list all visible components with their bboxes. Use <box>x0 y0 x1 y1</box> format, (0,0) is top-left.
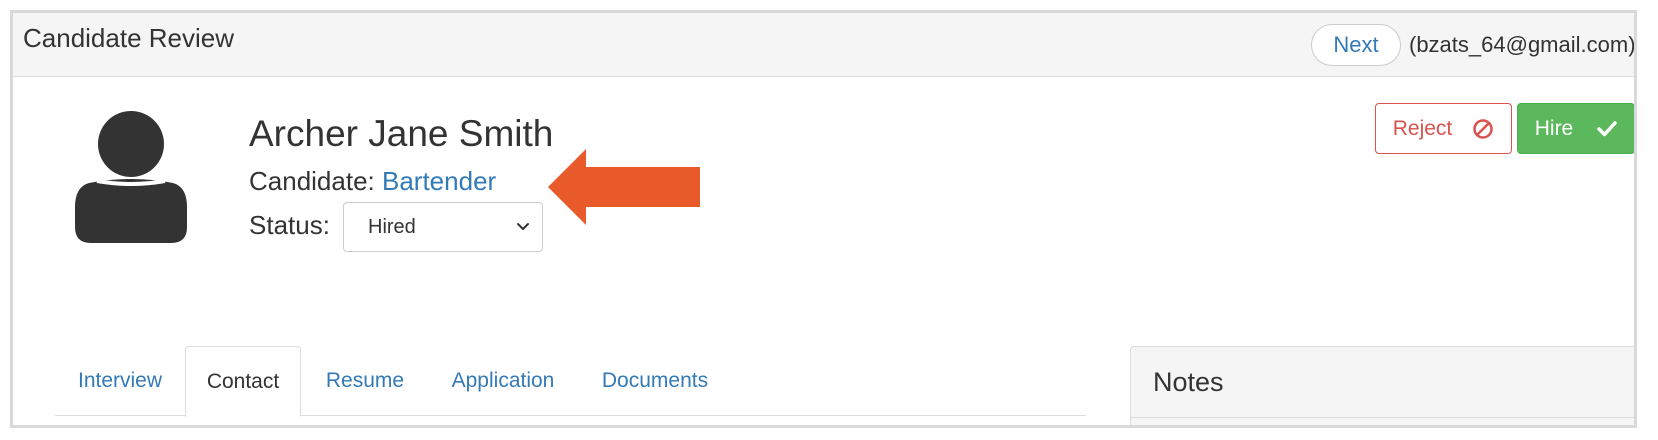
status-select[interactable]: Hired <box>343 202 543 252</box>
check-icon <box>1597 120 1617 136</box>
status-value: Hired <box>368 215 416 238</box>
tab-contact[interactable]: Contact <box>185 346 301 417</box>
page-header: Candidate Review Next (bzats_64@gmail.co… <box>13 13 1634 77</box>
reject-label: Reject <box>1392 116 1453 140</box>
reject-button[interactable]: Reject <box>1375 103 1512 154</box>
notes-panel: Notes <box>1130 346 1634 425</box>
notes-title: Notes <box>1153 367 1224 397</box>
arrow-left-icon <box>548 149 700 225</box>
candidate-name: Archer Jane Smith <box>249 113 554 154</box>
position-link[interactable]: Bartender <box>382 166 496 196</box>
ban-icon <box>1473 118 1494 139</box>
candidate-review-window: Candidate Review Next (bzats_64@gmail.co… <box>10 10 1637 428</box>
tab-documents[interactable]: Documents <box>585 346 725 416</box>
avatar-icon <box>75 111 187 243</box>
tab-resume[interactable]: Resume <box>310 346 420 416</box>
tab-bar: Interview Contact Resume Application Doc… <box>55 346 1086 417</box>
next-button[interactable]: Next <box>1311 24 1401 66</box>
candidate-label: Candidate: <box>249 166 375 196</box>
chevron-down-icon <box>517 223 529 230</box>
tab-application[interactable]: Application <box>431 346 575 416</box>
status-label: Status: <box>249 210 330 240</box>
user-email: (bzats_64@gmail.com) <box>1409 32 1636 57</box>
candidate-position-line: Candidate: Bartender <box>249 166 496 197</box>
page-title: Candidate Review <box>23 23 235 53</box>
notes-divider <box>1131 417 1634 418</box>
hire-label: Hire <box>1534 116 1574 140</box>
hire-button[interactable]: Hire <box>1517 103 1634 154</box>
tab-interview[interactable]: Interview <box>55 346 185 416</box>
